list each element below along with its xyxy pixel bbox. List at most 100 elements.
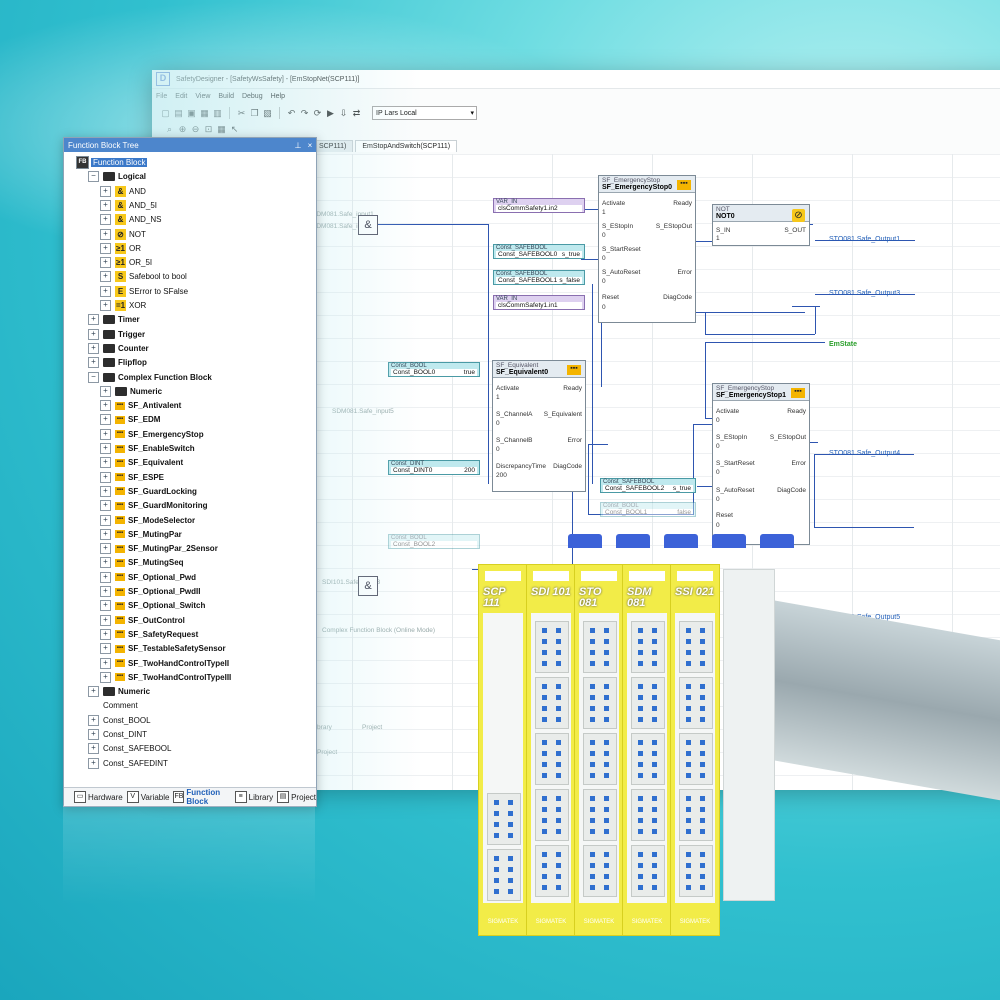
- expand-icon[interactable]: +: [100, 571, 111, 583]
- expand-icon[interactable]: +: [100, 485, 111, 497]
- var-in-box[interactable]: VAR_IN clsCommSafety1.in2: [493, 198, 585, 213]
- const-box[interactable]: Const_DINT Const_DINT0 200: [388, 460, 480, 475]
- tree-item[interactable]: Comment: [88, 699, 138, 712]
- tree-item[interactable]: + =1 XOR: [100, 299, 146, 312]
- tree-item[interactable]: + ▪▪▪ SF_EmergencyStop: [100, 428, 204, 441]
- expand-icon[interactable]: +: [100, 285, 111, 297]
- tree-item[interactable]: + Const_SAFEBOOL: [88, 742, 171, 755]
- tree-item[interactable]: + ▪▪▪ SF_ModeSelector: [100, 514, 195, 527]
- expand-icon[interactable]: +: [100, 457, 111, 469]
- expand-icon[interactable]: +: [100, 600, 111, 612]
- expand-icon[interactable]: +: [100, 443, 111, 454]
- tree-item[interactable]: + ▪▪▪ SF_GuardMonitoring: [100, 499, 208, 512]
- tree-item[interactable]: − Logical: [88, 170, 146, 183]
- tab-emstopandswitch[interactable]: EmStopAndSwitch(SCP111): [355, 140, 458, 152]
- tree-item[interactable]: + Const_SAFEDINT: [88, 757, 168, 770]
- tree-item[interactable]: + Const_BOOL: [88, 714, 151, 727]
- expand-icon[interactable]: +: [100, 257, 111, 269]
- tree-item[interactable]: + ▪▪▪ SF_Optional_Switch: [100, 599, 205, 612]
- expand-icon[interactable]: +: [100, 671, 111, 683]
- expand-icon[interactable]: +: [88, 714, 99, 726]
- tree-item[interactable]: + ▪▪▪ SF_GuardLocking: [100, 485, 197, 498]
- print-icon[interactable]: ▥: [212, 108, 223, 119]
- save-icon[interactable]: ▣: [186, 108, 197, 119]
- collapse-icon[interactable]: −: [88, 171, 99, 183]
- tree-item[interactable]: + ≥1 OR: [100, 242, 141, 255]
- tree-item[interactable]: + ≥1 OR_5I: [100, 256, 152, 269]
- expand-icon[interactable]: +: [88, 743, 99, 755]
- cut-icon[interactable]: ✂: [236, 108, 247, 119]
- tree-item[interactable]: + Timer: [88, 313, 140, 326]
- tree-item[interactable]: + ▪▪▪ SF_MutingSeq: [100, 556, 184, 569]
- tree-item[interactable]: + ▪▪▪ SF_MutingPar: [100, 528, 182, 541]
- tree-item[interactable]: + Const_DINT: [88, 728, 147, 741]
- menu-help[interactable]: Help: [271, 93, 285, 100]
- expand-icon[interactable]: +: [100, 528, 111, 540]
- new-file-icon[interactable]: ▢: [160, 108, 171, 119]
- expand-icon[interactable]: +: [100, 514, 111, 526]
- pin-icon[interactable]: ⊥: [292, 141, 304, 150]
- expand-icon[interactable]: +: [100, 543, 111, 555]
- save-all-icon[interactable]: ▦: [199, 108, 210, 119]
- tree-item[interactable]: + ⊘ NOT: [100, 228, 146, 241]
- target-select[interactable]: IP Lars Local ▾: [372, 106, 477, 120]
- expand-icon[interactable]: +: [88, 729, 99, 740]
- connect-icon[interactable]: ⇄: [351, 108, 362, 119]
- const-box[interactable]: Const_SAFEBOOL Const_SAFEBOOL0 s_true: [493, 244, 585, 259]
- cursor-icon[interactable]: ↖: [229, 124, 240, 135]
- expand-icon[interactable]: +: [88, 342, 99, 354]
- menu-build[interactable]: Build: [218, 93, 234, 100]
- expand-icon[interactable]: +: [100, 214, 111, 226]
- zoom-in-icon[interactable]: ⊕: [177, 124, 188, 135]
- tree-tab-variable[interactable]: V Variable: [126, 791, 169, 803]
- expand-icon[interactable]: +: [88, 357, 99, 369]
- expand-icon[interactable]: +: [100, 228, 111, 240]
- expand-icon[interactable]: +: [100, 428, 111, 440]
- const-box[interactable]: Const_BOOL Const_BOOL0 true: [388, 362, 480, 377]
- copy-icon[interactable]: ❐: [249, 108, 260, 119]
- expand-icon[interactable]: +: [88, 328, 99, 340]
- tree-tab-function-block[interactable]: FB Function Block: [173, 788, 230, 806]
- tree-item[interactable]: + ▪▪▪ SF_TwoHandControlTypeIII: [100, 671, 231, 684]
- expand-icon[interactable]: +: [100, 199, 111, 211]
- const-box[interactable]: Const_SAFEBOOL Const_SAFEBOOL2 s_true: [600, 478, 696, 493]
- tree-item[interactable]: + S Safebool to bool: [100, 270, 187, 283]
- tree-item[interactable]: + ▪▪▪ SF_Equivalent: [100, 456, 183, 469]
- const-box[interactable]: Const_BOOL Const_BOOL1 false: [600, 502, 696, 517]
- tree-tab-library[interactable]: ≡ Library: [234, 791, 273, 803]
- tree-item[interactable]: + ▪▪▪ SF_EnableSwitch: [100, 442, 195, 455]
- tree-item[interactable]: − Complex Function Block: [88, 371, 212, 384]
- tree-item[interactable]: + & AND: [100, 185, 146, 198]
- tree-item[interactable]: + E SError to SFalse: [100, 285, 188, 298]
- paste-icon[interactable]: ▧: [262, 108, 273, 119]
- tree-item[interactable]: + Counter: [88, 342, 149, 355]
- var-in-box[interactable]: VAR_IN clsCommSafety1.in1: [493, 295, 585, 310]
- redo-icon[interactable]: ↷: [299, 108, 310, 119]
- expand-icon[interactable]: +: [100, 557, 111, 569]
- expand-icon[interactable]: +: [100, 414, 111, 426]
- tree-item[interactable]: + ▪▪▪ SF_ESPE: [100, 471, 164, 484]
- and-block[interactable]: &: [358, 215, 378, 235]
- undo-icon[interactable]: ↶: [286, 108, 297, 119]
- expand-icon[interactable]: +: [88, 757, 99, 769]
- expand-icon[interactable]: +: [100, 657, 111, 669]
- tree-item[interactable]: + ▪▪▪ SF_TwoHandControlTypeII: [100, 657, 229, 670]
- tree-item[interactable]: + ▪▪▪ SF_SafetyRequest: [100, 628, 198, 641]
- grid-icon[interactable]: ▦: [216, 124, 227, 135]
- const-box[interactable]: Const_BOOL Const_BOOL2: [388, 534, 480, 549]
- expand-icon[interactable]: +: [100, 471, 111, 483]
- expand-icon[interactable]: +: [100, 185, 111, 197]
- tree-item[interactable]: + ▪▪▪ SF_Optional_PwdII: [100, 585, 200, 598]
- function-block-not0[interactable]: NOT NOT0 ⊘ S_IN 1 S_OUT: [712, 204, 810, 246]
- function-block-equivalent0[interactable]: SF_Equivalent SF_Equivalent0 ▪▪▪ Activat…: [492, 360, 586, 492]
- open-folder-icon[interactable]: ▤: [173, 108, 184, 119]
- tree-item[interactable]: + ▪▪▪ SF_Antivalent: [100, 399, 181, 412]
- expand-icon[interactable]: +: [100, 271, 111, 283]
- menu-debug[interactable]: Debug: [242, 93, 263, 100]
- menu-edit[interactable]: Edit: [175, 93, 187, 100]
- function-block-emstop1[interactable]: SF_EmergencyStop SF_EmergencyStop1 ▪▪▪ A…: [712, 383, 810, 545]
- close-icon[interactable]: ×: [304, 141, 316, 150]
- download-icon[interactable]: ⇩: [338, 108, 349, 119]
- zoom-area-icon[interactable]: ⊡: [203, 124, 214, 135]
- const-box[interactable]: Const_SAFEBOOL Const_SAFEBOOL1 s_false: [493, 270, 585, 285]
